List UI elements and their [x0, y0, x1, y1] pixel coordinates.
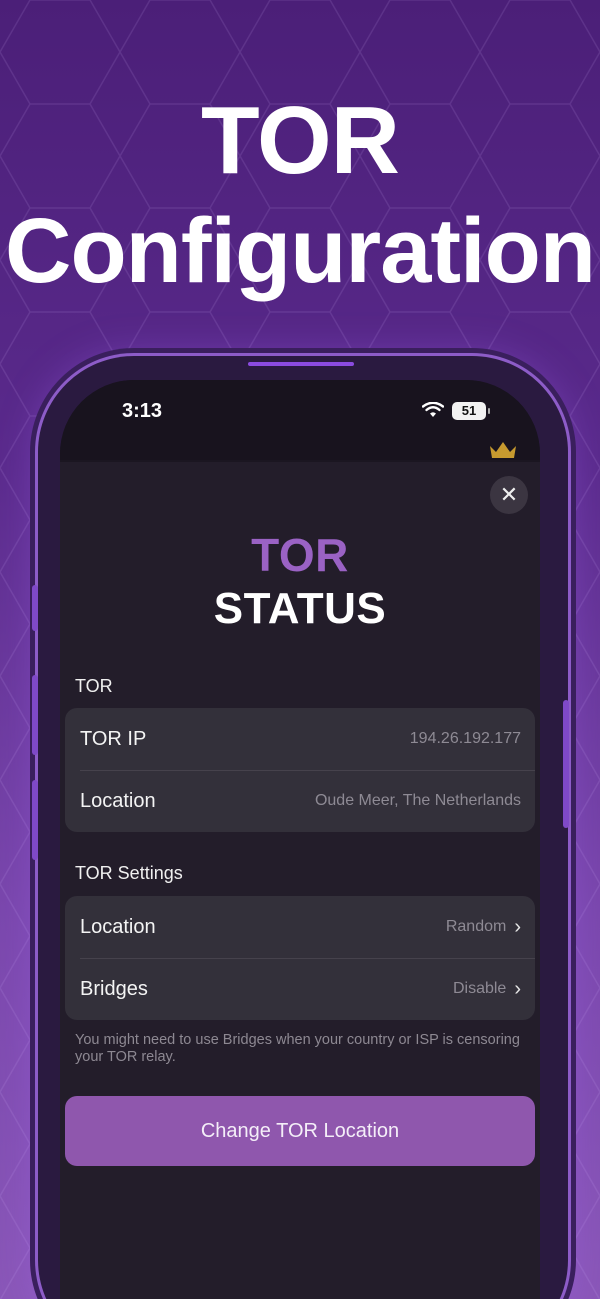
row-label: Location [80, 789, 156, 812]
phone-side-button [32, 780, 38, 860]
phone-side-button [32, 585, 38, 631]
settings-item-bridges[interactable]: Bridges Disable › [65, 958, 535, 1020]
bridges-note: You might need to use Bridges when your … [75, 1032, 520, 1065]
section-label-tor: TOR [75, 676, 113, 696]
row-label: TOR IP [80, 727, 147, 750]
tor-settings-card: Location Random › Bridges Disable › [65, 896, 535, 1020]
row-value: Disable [452, 980, 507, 997]
battery-icon: 51 [452, 402, 490, 420]
change-tor-location-button[interactable]: Change TOR Location [65, 1096, 535, 1166]
sheet-title-status: STATUS [213, 584, 387, 633]
section-label-tor-settings: TOR Settings [75, 863, 183, 883]
row-value: 194.26.192.177 [409, 730, 521, 747]
row-label: Location [80, 915, 156, 938]
chevron-right-icon: › [514, 916, 521, 938]
chevron-right-icon: › [514, 978, 521, 1000]
hero-title-line-2: Configuration [5, 200, 596, 302]
sheet-title-tor: TOR [251, 529, 349, 581]
list-item-tor-ip: TOR IP 194.26.192.177 [65, 708, 535, 770]
phone-side-button [32, 675, 38, 755]
hero-title-line-1: TOR [201, 87, 400, 194]
row-value: Random [445, 918, 507, 935]
phone-screen: 3:13 51 ✕ TOR STATUS TOR TOR IP 194.26.1… [60, 380, 540, 1299]
phone-top-notch-highlight [248, 362, 354, 366]
settings-item-location[interactable]: Location Random › [65, 896, 535, 958]
list-item-location: Location Oude Meer, The Netherlands [65, 770, 535, 832]
row-value-wrapper: Disable › [453, 979, 521, 999]
row-label: Bridges [80, 977, 148, 1000]
row-value: Oude Meer, The Netherlands [314, 792, 521, 809]
status-time: 3:13 [122, 400, 163, 422]
tor-info-card: TOR IP 194.26.192.177 Location Oude Meer… [65, 708, 535, 832]
crown-icon[interactable] [488, 438, 518, 460]
phone-side-button [563, 700, 569, 828]
row-value-wrapper: Random › [446, 917, 521, 937]
status-bar: 3:13 51 [60, 380, 540, 460]
close-icon: ✕ [499, 482, 519, 507]
close-button[interactable]: ✕ [490, 476, 528, 514]
wifi-icon [422, 402, 444, 417]
